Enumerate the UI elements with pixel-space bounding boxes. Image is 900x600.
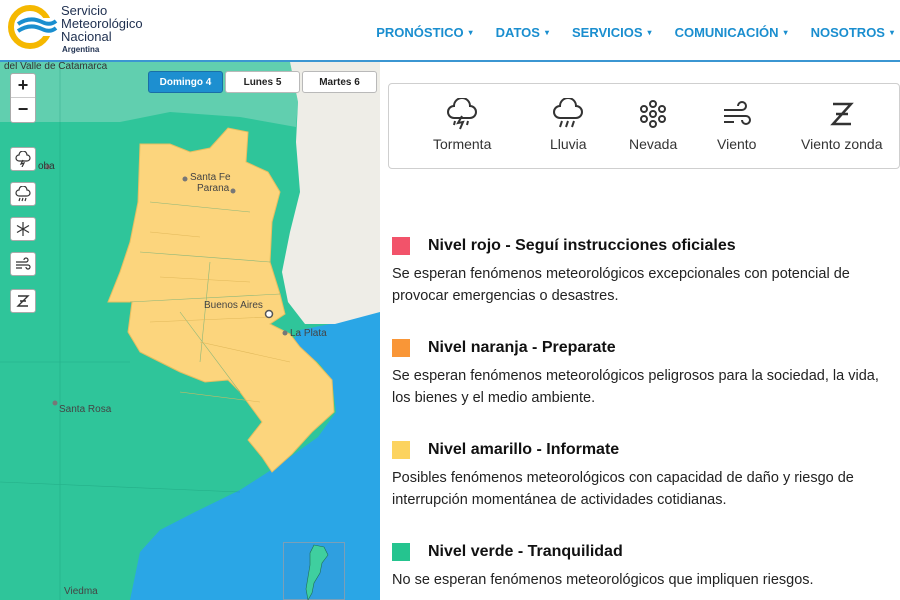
site-header: Servicio Meteorológico Nacional Argentin… [0,0,900,62]
phenomenon-tormenta[interactable]: Tormenta [433,98,491,152]
phenomenon-label: Viento [717,136,757,152]
smn-logo-icon[interactable] [8,5,58,49]
phenomena-selector: Tormenta Lluvia Nevada Viento Viento zon… [388,83,900,169]
alert-level-yellow: Nivel amarillo - Informate Posibles fenó… [392,441,892,511]
phenomenon-label: Viento zonda [801,136,883,152]
level-color-swatch [392,237,410,255]
chevron-down-icon: ▾ [889,28,894,37]
alert-level-green: Nivel verde - Tranquilidad No se esperan… [392,543,892,591]
map-label-la-plata: La Plata [290,328,327,339]
argentina-outline-icon [305,544,329,600]
level-title: Nivel amarillo - Informate [428,441,620,458]
nav-servicios[interactable]: SERVICIOS ▾ [572,25,652,40]
level-title: Nivel rojo - Seguí instrucciones oficial… [428,237,736,254]
overview-minimap[interactable] [283,542,345,600]
snow-icon [16,222,30,236]
alert-level-red: Nivel rojo - Seguí instrucciones oficial… [392,237,892,307]
map-label-buenos-aires: Buenos Aires [204,300,263,311]
map-label-viedma: Viedma [64,586,98,597]
chevron-down-icon: ▾ [468,28,473,37]
nav-comunicacion[interactable]: COMUNICACIÓN ▾ [675,25,788,40]
level-title: Nivel verde - Tranquilidad [428,543,623,560]
zoom-in-button[interactable]: + [11,74,35,98]
chevron-down-icon: ▾ [544,28,549,37]
nav-label: SERVICIOS [571,25,643,40]
level-color-swatch [392,339,410,357]
brand-name[interactable]: Servicio Meteorológico Nacional Argentin… [61,4,143,56]
day-tab-lunes[interactable]: Lunes 5 [225,71,300,93]
snow-icon [640,100,667,128]
level-description: Posibles fenómenos meteorológicos con ca… [392,470,854,508]
level-title: Nivel naranja - Preparate [428,339,616,356]
layer-snow-button[interactable] [10,217,36,241]
layer-thunderstorm-button[interactable] [10,147,36,171]
chevron-down-icon: ▾ [783,28,788,37]
layer-wind-button[interactable] [10,252,36,276]
nav-pronostico[interactable]: PRONÓSTICO ▾ [376,25,472,40]
day-tab-martes[interactable]: Martes 6 [302,71,377,93]
phenomenon-viento[interactable]: Viento [717,98,756,152]
zonda-wind-icon [16,295,30,307]
level-description: Se esperan fenómenos meteorológicos exce… [392,266,850,304]
level-color-swatch [392,441,410,459]
layer-zonda-wind-button[interactable] [10,289,36,313]
nav-label: NOSOTROS [810,25,885,40]
level-description: Se esperan fenómenos meteorológicos peli… [392,368,879,406]
main-nav: PRONÓSTICO ▾ DATOS ▾ SERVICIOS ▾ COMUNIC… [353,25,894,40]
map-label-region: del Valle de Catamarca [4,62,108,72]
zonda-wind-icon [829,102,854,126]
zoom-out-button[interactable]: − [11,98,35,122]
day-selector: Domingo 4 Lunes 5 Martes 6 [148,71,379,93]
rain-icon [15,186,31,202]
brand-country: Argentina [62,45,100,54]
phenomenon-viento-zonda[interactable]: Viento zonda [801,98,882,152]
phenomenon-nevada[interactable]: Nevada [629,98,677,152]
phenomenon-label: Nevada [629,136,678,152]
phenomenon-lluvia[interactable]: Lluvia [550,98,587,152]
rain-icon [553,98,584,128]
map-label-santa-fe: Santa Fe [190,172,231,183]
brand-line-3: Nacional [61,29,112,44]
nav-label: PRONÓSTICO [376,25,464,40]
map-label-santa-rosa: Santa Rosa [59,404,112,415]
phenomenon-label: Lluvia [550,136,587,152]
thunderstorm-icon [15,151,31,167]
nav-label: DATOS [495,25,540,40]
nav-datos[interactable]: DATOS ▾ [496,25,549,40]
phenomenon-label: Tormenta [433,136,492,152]
nav-label: COMUNICACIÓN [674,25,779,40]
layer-rain-button[interactable] [10,182,36,206]
wind-icon [723,101,751,125]
map-label-parana: Parana [197,183,230,194]
level-color-swatch [392,543,410,561]
chevron-down-icon: ▾ [647,28,652,37]
level-description: No se esperan fenómenos meteorológicos q… [392,572,814,588]
map-label-cordoba: oba [38,161,55,172]
wind-icon [16,257,31,270]
alert-map[interactable]: + − Domingo 4 Lunes 5 Martes 6 del Valle… [0,62,380,600]
day-tab-domingo[interactable]: Domingo 4 [148,71,223,93]
nav-nosotros[interactable]: NOSOTROS ▾ [811,25,894,40]
zoom-control: + − [10,73,36,123]
alert-level-orange: Nivel naranja - Preparate Se esperan fen… [392,339,892,409]
thunderstorm-icon [447,98,478,130]
